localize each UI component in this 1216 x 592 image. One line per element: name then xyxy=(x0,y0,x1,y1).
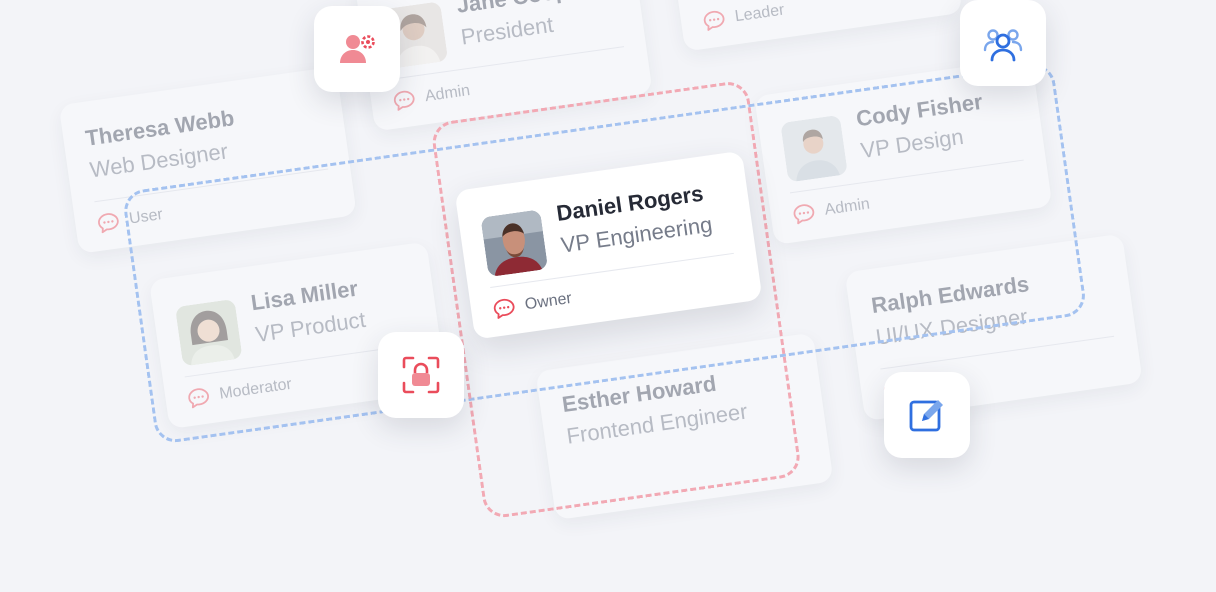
chat-bubble-icon xyxy=(702,9,727,32)
user-settings-icon xyxy=(336,28,378,70)
user-role: Owner xyxy=(524,290,573,314)
lock-scan-icon xyxy=(400,354,442,396)
role-row: Leader xyxy=(702,1,786,32)
edit-badge[interactable] xyxy=(884,372,970,458)
lock-scan-badge[interactable] xyxy=(378,332,464,418)
chat-bubble-icon xyxy=(96,211,121,234)
user-role: Admin xyxy=(424,82,471,106)
edit-icon xyxy=(906,394,948,436)
illustration-stage: Theresa Webb Web Designer User Jane Coop… xyxy=(0,0,1216,440)
team-badge[interactable] xyxy=(960,0,1046,86)
role-row: Admin xyxy=(392,81,471,112)
chat-bubble-icon xyxy=(492,297,517,320)
role-row: Owner xyxy=(492,289,573,320)
user-title: President xyxy=(459,12,555,51)
user-card-leader[interactable]: Leader xyxy=(664,0,962,52)
chat-bubble-icon xyxy=(392,89,417,112)
user-settings-badge[interactable] xyxy=(314,6,400,92)
avatar xyxy=(480,209,548,277)
team-icon xyxy=(982,22,1024,64)
user-role: Leader xyxy=(734,2,786,27)
